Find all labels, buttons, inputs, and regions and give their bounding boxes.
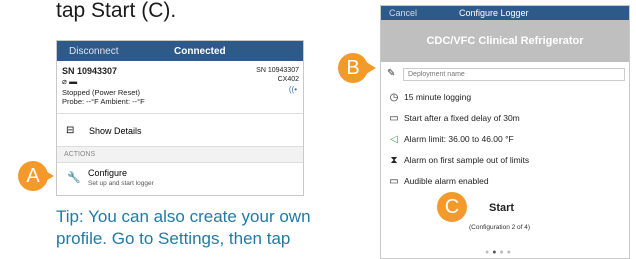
start-button[interactable]: Start (489, 202, 514, 214)
marker-a: A (18, 161, 48, 191)
marker-c: C (437, 192, 467, 222)
battery-icon: ▬ (69, 77, 78, 86)
show-details-row[interactable]: ⊟ Show Details (57, 114, 303, 147)
setting-label: Audible alarm enabled (404, 176, 489, 186)
disconnect-button[interactable]: Disconnect (69, 46, 118, 57)
setting-label: Alarm limit: 36.00 to 46.00 °F (404, 134, 514, 144)
setting-logging-interval: ◷ 15 minute logging (387, 92, 471, 103)
tip-line-2: profile. Go to Settings, then tap (56, 229, 291, 248)
clock-icon: ◷ (389, 92, 399, 103)
device-model: CX402 (277, 76, 299, 83)
show-details-label: Show Details (89, 126, 142, 136)
setting-start-delay: ▭ Start after a fixed delay of 30m (387, 113, 520, 124)
device-status: Stopped (Power Reset) (62, 88, 140, 97)
wrench-icon: 🔧 (67, 172, 81, 184)
nav-bar: Disconnect Connected (57, 41, 303, 61)
cancel-button[interactable]: Cancel (389, 8, 417, 18)
deployment-name-input[interactable] (403, 68, 625, 81)
nav-bar: Cancel Configure Logger (381, 6, 629, 20)
configure-sublabel: Set up and start logger (88, 180, 154, 187)
nav-title: Connected (174, 46, 226, 57)
hourglass-icon: ⧗ (390, 155, 398, 166)
deployment-name-row: ✎ (385, 67, 625, 83)
setting-alarm-limit: ◁ Alarm limit: 36.00 to 46.00 °F (387, 134, 514, 145)
instruction-text: tap Start (C). (56, 0, 177, 22)
setting-label: Start after a fixed delay of 30m (404, 113, 520, 123)
connected-screen: Disconnect Connected SN 10943307 SN 1094… (56, 40, 304, 196)
setting-audible-alarm: ▭ Audible alarm enabled (387, 176, 489, 187)
configuration-number: (Configuration 2 of 4) (469, 224, 531, 231)
logger-icon: ⌀ (62, 77, 67, 86)
configure-label: Configure (88, 168, 128, 178)
tip-text: Tip: You can also create your own profil… (56, 206, 356, 250)
speaker-icon: ▭ (389, 176, 399, 187)
page-indicator: ●●●● (485, 249, 514, 256)
device-status-icons: ⌀ ▬ (62, 77, 77, 86)
setting-label: 15 minute logging (404, 92, 472, 102)
setting-label: Alarm on first sample out of limits (404, 155, 530, 165)
device-probe-readings: Probe: --°F Ambient: --°F (62, 97, 145, 106)
signal-icon: ((• (288, 85, 297, 94)
tip-line-1: Tip: You can also create your own (56, 207, 311, 226)
setting-alarm-trigger: ⧗ Alarm on first sample out of limits (387, 155, 529, 166)
pencil-icon: ✎ (387, 68, 396, 79)
marker-b: B (338, 53, 368, 83)
page-dot: ● (499, 249, 507, 256)
nav-title: Configure Logger (459, 8, 529, 18)
delay-icon: ▭ (389, 113, 399, 124)
device-serial: SN 10943307 (62, 66, 118, 76)
page-dot: ● (506, 249, 514, 256)
profile-name-banner: CDC/VFC Clinical Refrigerator (381, 20, 629, 62)
device-serial-right: SN 10943307 CX402 (256, 66, 299, 84)
details-icon: ⊟ (66, 125, 75, 136)
configure-row[interactable]: 🔧 Configure Set up and start logger (57, 163, 303, 193)
device-card: SN 10943307 SN 10943307 CX402 ⌀ ▬ Stoppe… (57, 61, 303, 114)
alarm-icon: ◁ (390, 134, 398, 145)
actions-header: ACTIONS (57, 147, 303, 163)
configure-logger-screen: Cancel Configure Logger CDC/VFC Clinical… (380, 5, 630, 259)
device-serial-right-text: SN 10943307 (256, 67, 299, 74)
